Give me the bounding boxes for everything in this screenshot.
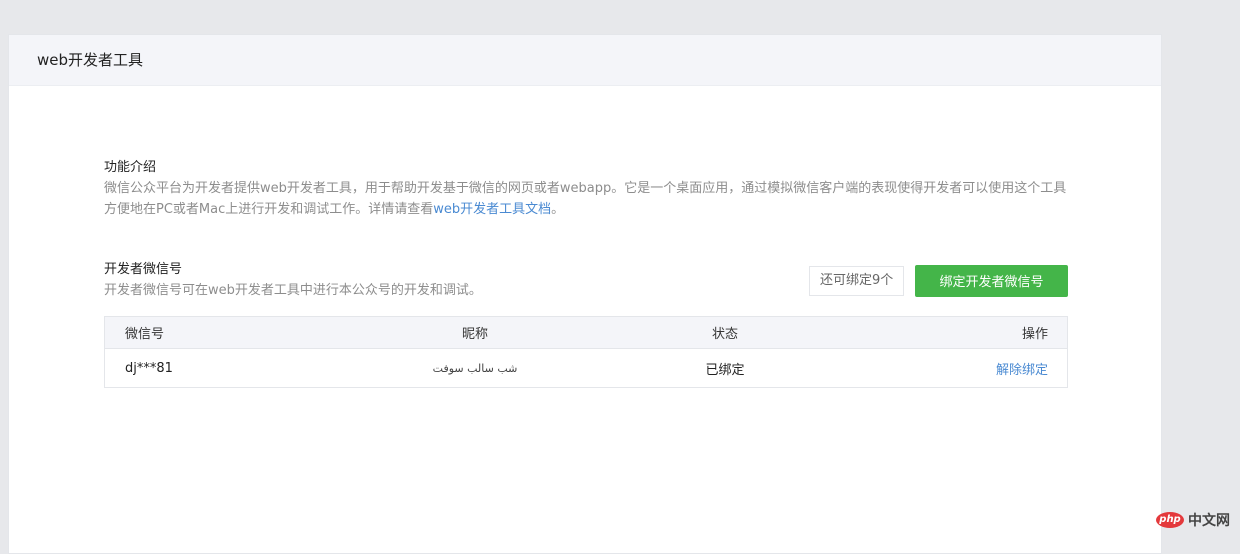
column-status: 状态 (711, 327, 738, 342)
developer-title: 开发者微信号 (104, 262, 183, 277)
php-logo-icon: php (1156, 512, 1184, 528)
intro-description: 微信公众平台为开发者提供web开发者工具，用于帮助开发基于微信的网页或者weba… (104, 178, 1074, 220)
unbind-link[interactable]: 解除绑定 (996, 359, 1048, 378)
intro-title: 功能介绍 (104, 160, 157, 175)
status-cell: 已绑定 (705, 362, 745, 378)
intro-desc-text: 微信公众平台为开发者提供web开发者工具，用于帮助开发基于微信的网页或者weba… (104, 181, 1067, 217)
watermark-text: 中文网 (1188, 513, 1230, 529)
developer-description: 开发者微信号可在web开发者工具中进行本公众号的开发和调试。 (104, 283, 482, 298)
intro-section: 功能介绍 微信公众平台为开发者提供web开发者工具，用于帮助开发基于微信的网页或… (104, 159, 1074, 220)
table-header: 微信号 昵称 状态 操作 (105, 317, 1067, 349)
watermark: php 中文网 (1156, 510, 1230, 530)
remaining-bind-badge: 还可绑定9个 (809, 266, 905, 296)
column-nickname: 昵称 (461, 327, 488, 342)
column-action: 操作 (1021, 327, 1048, 342)
column-wechat-id: 微信号 (125, 327, 165, 342)
page-title: web开发者工具 (9, 35, 1161, 86)
developer-table: 微信号 昵称 状态 操作 dj***81 شب سالب سوفت 已绑定 解除… (104, 316, 1068, 388)
nickname-cell: شب سالب سوفت (432, 361, 518, 375)
doc-link[interactable]: web开发者工具文档 (433, 202, 551, 217)
developer-text: 开发者微信号 开发者微信号可在web开发者工具中进行本公众号的开发和调试。 (104, 261, 482, 301)
table-row: dj***81 شب سالب سوفت 已绑定 解除绑定 (105, 349, 1067, 387)
main-panel: web开发者工具 功能介绍 微信公众平台为开发者提供web开发者工具，用于帮助开… (8, 34, 1162, 554)
intro-desc-end: 。 (551, 202, 565, 217)
action-cell: 解除绑定 (996, 349, 1048, 387)
wechat-id-cell: dj***81 (125, 360, 173, 376)
bind-developer-button[interactable]: 绑定开发者微信号 (915, 265, 1068, 297)
